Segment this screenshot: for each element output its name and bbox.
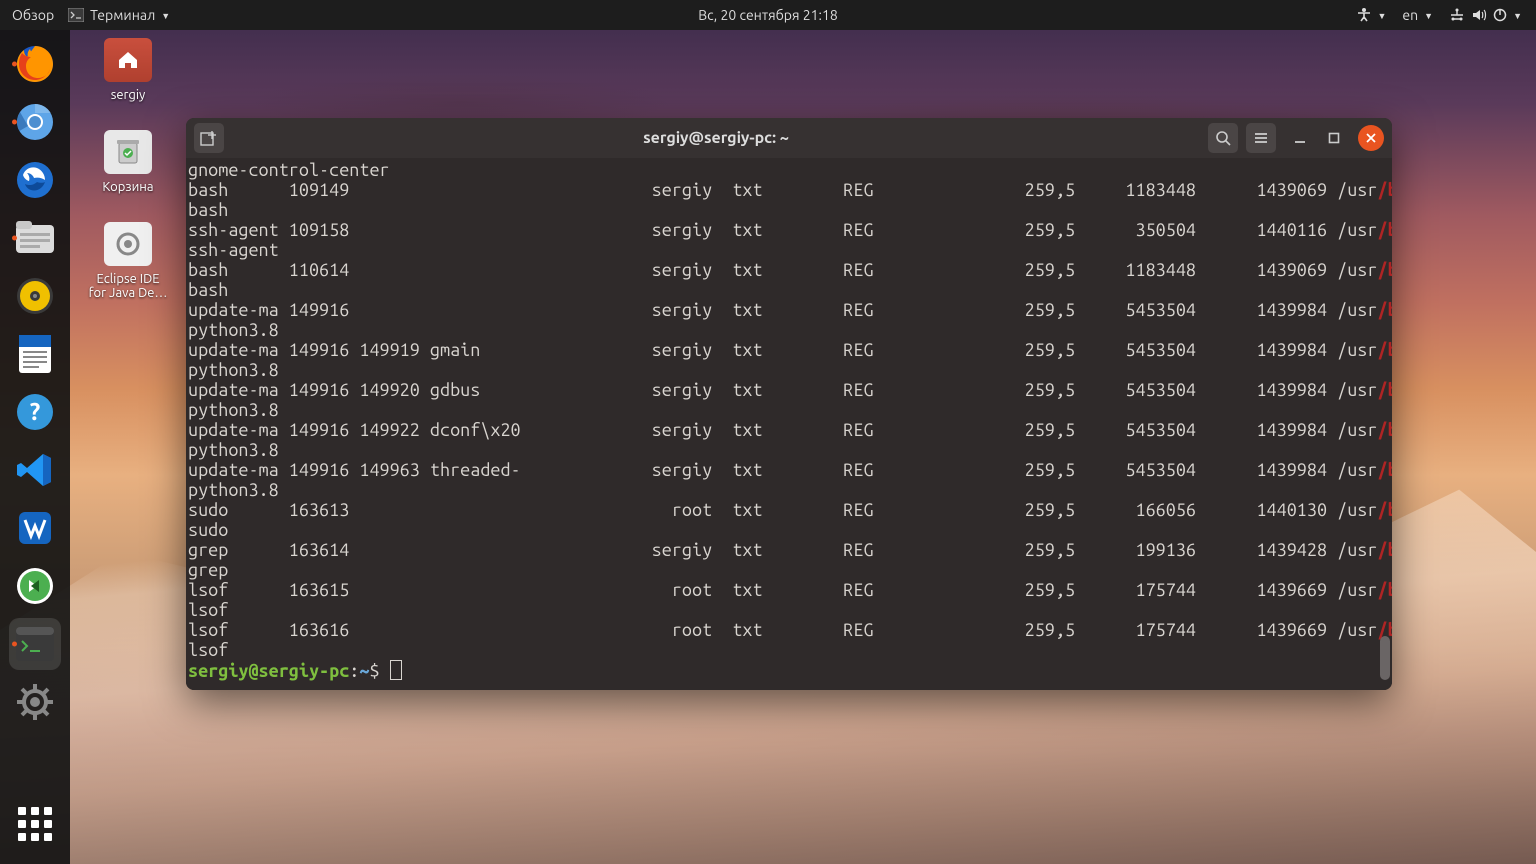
close-button[interactable] [1358, 125, 1384, 151]
folder-icon [104, 38, 152, 82]
dock-terminal[interactable] [9, 618, 61, 670]
dock-rhythmbox[interactable] [9, 270, 61, 322]
eclipse-icon [104, 222, 152, 266]
desktop-label: sergiy [83, 88, 173, 102]
new-tab-button[interactable] [194, 123, 224, 153]
input-source-label: en [1402, 7, 1418, 23]
dock-thunderbird[interactable] [9, 154, 61, 206]
minimize-button[interactable] [1290, 128, 1310, 148]
desktop-eclipse[interactable]: Eclipse IDE for Java De… [83, 222, 173, 300]
volume-icon [1471, 8, 1487, 22]
top-panel: Обзор Терминал ▼ Вс, 20 сентября 21:18 ▼… [0, 0, 1536, 30]
desktop-trash[interactable]: Корзина [83, 130, 173, 194]
chevron-down-icon: ▼ [1378, 11, 1387, 21]
dock-writer[interactable] [9, 328, 61, 380]
show-applications[interactable] [9, 798, 61, 850]
network-icon [1449, 8, 1465, 22]
scrollbar[interactable] [1380, 158, 1390, 690]
power-icon [1493, 8, 1507, 22]
system-menu[interactable]: ▼ [1449, 8, 1522, 22]
terminal-output: gnome-control-center bash 109149 sergiy … [188, 160, 1384, 681]
app-menu-label: Терминал [90, 7, 155, 23]
dock-help[interactable]: ? [9, 386, 61, 438]
desktop-label: Eclipse IDE [83, 272, 173, 286]
menu-button[interactable] [1246, 123, 1276, 153]
dock-firefox[interactable] [9, 38, 61, 90]
svg-text:?: ? [30, 398, 41, 425]
window-titlebar[interactable]: sergiy@sergiy-pc: ~ [186, 118, 1392, 158]
desktop-home-folder[interactable]: sergiy [83, 38, 173, 102]
activities-button[interactable]: Обзор [12, 7, 54, 23]
search-button[interactable] [1208, 123, 1238, 153]
hamburger-icon [1253, 131, 1269, 145]
chevron-down-icon: ▼ [161, 11, 170, 21]
new-tab-icon [200, 130, 218, 146]
clock[interactable]: Вс, 20 сентября 21:18 [698, 7, 838, 23]
close-icon [1365, 132, 1377, 144]
accessibility-icon [1356, 7, 1372, 23]
window-title: sergiy@sergiy-pc: ~ [232, 129, 1200, 147]
scrollbar-thumb[interactable] [1380, 636, 1390, 680]
dock-remote[interactable] [9, 560, 61, 612]
terminal-body[interactable]: gnome-control-center bash 109149 sergiy … [186, 158, 1392, 690]
dock-files[interactable] [9, 212, 61, 264]
dock: ? [0, 30, 70, 864]
desktop-label-2: for Java De… [83, 286, 173, 300]
desktop-label: Корзина [83, 180, 173, 194]
dock-vscode[interactable] [9, 444, 61, 496]
minimize-icon [1294, 132, 1306, 144]
dock-virtualbox[interactable] [9, 502, 61, 554]
chevron-down-icon: ▼ [1513, 11, 1522, 21]
trash-icon [104, 130, 152, 174]
grid-icon [18, 807, 52, 841]
search-icon [1215, 130, 1231, 146]
maximize-button[interactable] [1324, 128, 1344, 148]
chevron-down-icon: ▼ [1424, 11, 1433, 21]
dock-settings[interactable] [9, 676, 61, 728]
app-menu[interactable]: Терминал ▼ [68, 7, 170, 23]
terminal-window: sergiy@sergiy-pc: ~ gnome-control-center… [186, 118, 1392, 690]
input-source-menu[interactable]: en ▼ [1402, 7, 1433, 23]
dock-chromium[interactable] [9, 96, 61, 148]
terminal-small-icon [68, 8, 84, 22]
maximize-icon [1328, 132, 1340, 144]
accessibility-menu[interactable]: ▼ [1356, 7, 1387, 23]
